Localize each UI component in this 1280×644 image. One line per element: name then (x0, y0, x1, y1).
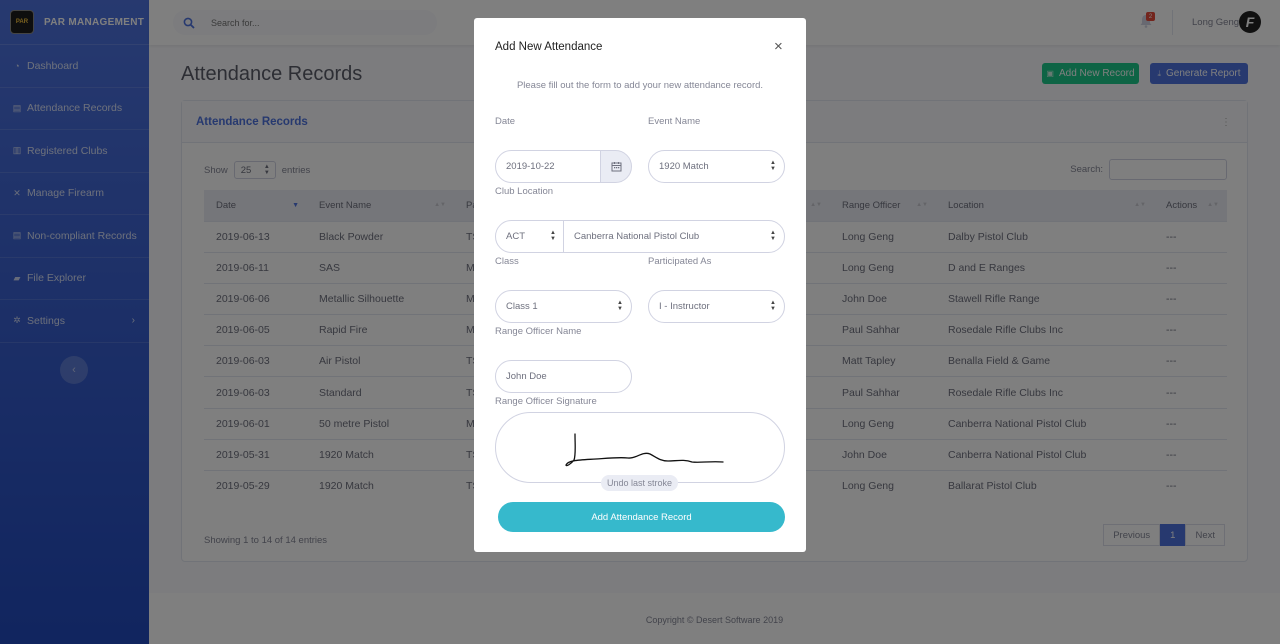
event-name-value: 1920 Match (659, 161, 709, 172)
date-field[interactable]: 2019-10-22 (495, 150, 605, 183)
range-officer-name-value: John Doe (506, 371, 547, 382)
select-arrows-icon: ▲▼ (617, 300, 623, 312)
event-name-select[interactable]: 1920 Match ▲ ▼ (648, 150, 785, 183)
range-officer-name-input[interactable]: John Doe (495, 360, 632, 393)
select-arrows-icon: ▲▼ (770, 160, 776, 172)
class-value: Class 1 (506, 301, 538, 312)
signature-stroke (565, 433, 724, 467)
select-arrows-icon: ▲▼ (770, 300, 776, 312)
undo-last-stroke-button[interactable]: Undo last stroke (601, 475, 678, 491)
club-select[interactable]: Canberra National Pistol Club ▲ ▼ (563, 220, 785, 253)
participated-as-label: Participated As (648, 256, 712, 267)
participated-as-select[interactable]: I - Instructor ▲ ▼ (648, 290, 785, 323)
participated-as-value: I - Instructor (659, 301, 710, 312)
range-officer-signature-label: Range Officer Signature (495, 396, 597, 407)
calendar-icon[interactable] (600, 150, 632, 183)
state-value: ACT (506, 231, 525, 242)
add-attendance-record-button[interactable]: Add Attendance Record (498, 502, 785, 532)
select-arrows-icon: ▲▼ (770, 230, 776, 242)
date-value: 2019-10-22 (506, 161, 555, 172)
class-select[interactable]: Class 1 ▲ ▼ (495, 290, 632, 323)
club-location-label: Club Location (495, 186, 554, 197)
class-label: Class (495, 256, 519, 267)
add-attendance-modal: Add New Attendance × Please fill out the… (474, 18, 806, 552)
close-icon[interactable]: × (774, 39, 783, 54)
club-value: Canberra National Pistol Club (574, 231, 700, 242)
state-select[interactable]: ACT ▲ ▼ (495, 220, 565, 253)
signature-pad[interactable] (495, 412, 785, 483)
select-arrows-icon: ▲▼ (550, 230, 556, 242)
event-name-label: Event Name (648, 116, 701, 127)
modal-title: Add New Attendance (495, 41, 603, 53)
range-officer-name-label: Range Officer Name (495, 326, 582, 337)
modal-subtitle: Please fill out the form to add your new… (516, 80, 764, 91)
date-label: Date (495, 116, 516, 127)
